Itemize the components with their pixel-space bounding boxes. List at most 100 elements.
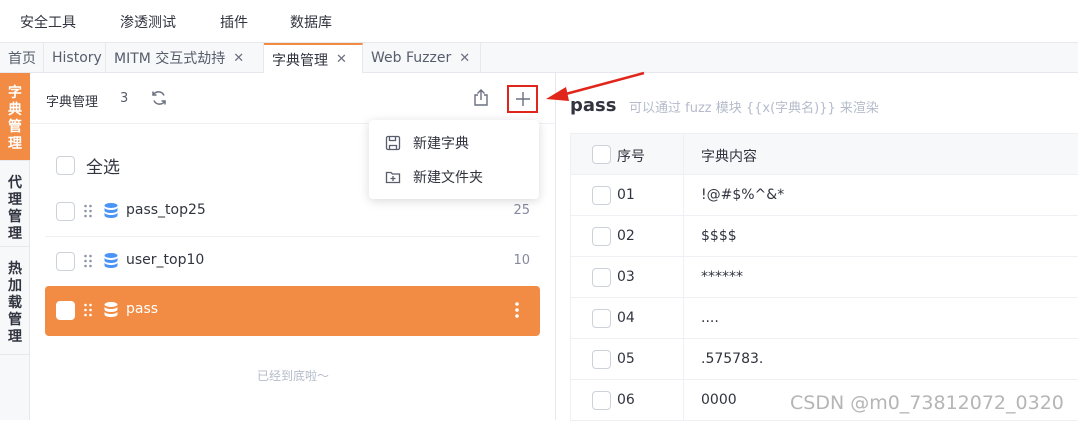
row-checkbox[interactable]: [592, 350, 611, 369]
row-content: $$$$: [701, 228, 737, 244]
row-index: 01: [617, 187, 635, 203]
close-icon[interactable]: ✕: [459, 51, 470, 66]
menu-security-tools[interactable]: 安全工具: [20, 12, 76, 32]
drag-handle-icon[interactable]: [83, 302, 93, 318]
database-icon: [104, 253, 118, 268]
dropdown-item-label: 新建字典: [413, 136, 469, 152]
drag-handle-icon[interactable]: [83, 253, 93, 269]
table-header-row: 序号 字典内容: [571, 134, 1078, 175]
tab-label: History: [52, 50, 102, 66]
select-all[interactable]: 全选: [56, 153, 120, 178]
sidetab-char: 加: [8, 278, 22, 294]
table-row[interactable]: 01 !@#$%^&*: [571, 175, 1078, 216]
close-icon[interactable]: ✕: [233, 51, 244, 66]
tab-label: 首页: [8, 51, 36, 67]
dictionary-detail-panel: pass 可以通过 fuzz 模块 {{x(字典名)}} 来渲染 序号 字典内容…: [557, 73, 1078, 421]
list-item[interactable]: user_top10 10: [45, 237, 540, 287]
sidetab-char: 理: [8, 329, 22, 345]
row-index: 02: [617, 228, 635, 244]
save-icon: [385, 135, 401, 151]
list-item-selected[interactable]: pass: [45, 286, 540, 336]
row-checkbox[interactable]: [592, 186, 611, 205]
drag-handle-icon[interactable]: [83, 203, 93, 219]
list-count: 3: [120, 91, 129, 106]
select-all-checkbox[interactable]: [56, 156, 75, 175]
row-content: !@#$%^&*: [701, 187, 785, 203]
sidetab-char: 典: [8, 102, 22, 118]
annotation-arrow-icon: [546, 71, 645, 101]
sidetab-char: 字: [8, 85, 22, 101]
sidetab-char: 代: [8, 175, 22, 191]
item-checkbox[interactable]: [56, 252, 75, 271]
row-content: ....: [701, 310, 719, 326]
menu-plugins[interactable]: 插件: [220, 12, 248, 32]
tab-web-fuzzer[interactable]: Web Fuzzer ✕: [363, 43, 481, 73]
row-checkbox[interactable]: [592, 227, 611, 246]
row-content: .575783.: [701, 351, 764, 367]
table-row[interactable]: 02 $$$$: [571, 216, 1078, 257]
item-name: pass_top25: [126, 202, 206, 218]
table-row[interactable]: 04 ....: [571, 298, 1078, 339]
export-icon[interactable]: [472, 89, 490, 107]
row-checkbox[interactable]: [592, 309, 611, 328]
row-content: 0000: [701, 392, 737, 408]
row-index: 03: [617, 269, 635, 285]
list-title: 字典管理: [46, 95, 99, 110]
sidetab-char: 管: [8, 209, 22, 225]
top-menubar: 安全工具 渗透测试 插件 数据库: [0, 0, 1078, 43]
menu-pentest[interactable]: 渗透测试: [120, 12, 176, 32]
tab-dictionary[interactable]: 字典管理 ✕: [264, 43, 363, 74]
sidetab-hot-patch[interactable]: 热加载管理: [0, 247, 30, 355]
sidetab-proxy[interactable]: 代理管理: [0, 161, 30, 247]
header-checkbox[interactable]: [592, 145, 611, 164]
sidetab-char: 理: [8, 192, 22, 208]
sidetab-char: 管: [8, 119, 22, 135]
table-row[interactable]: 05 .575783.: [571, 339, 1078, 380]
more-vertical-icon[interactable]: [514, 300, 520, 320]
row-content: ******: [701, 269, 743, 285]
database-icon: [104, 302, 118, 317]
tab-bar: 首页 History MITM 交互式劫持 ✕ 字典管理 ✕ Web Fuzze…: [0, 43, 1078, 74]
row-index: 06: [617, 392, 635, 408]
detail-description: 可以通过 fuzz 模块 {{x(字典名)}} 来渲染: [629, 101, 879, 116]
dropdown-item-label: 新建文件夹: [413, 170, 483, 186]
row-index: 05: [617, 351, 635, 367]
column-header-index: 序号: [617, 149, 645, 165]
row-index: 04: [617, 310, 635, 326]
plus-icon: [515, 92, 530, 106]
dictionary-table: 序号 字典内容 01 !@#$%^&* 02 $$$$ 03 ****** 04…: [570, 133, 1078, 421]
tab-label: Web Fuzzer: [371, 50, 452, 66]
refresh-icon[interactable]: [150, 89, 168, 107]
tab-label: MITM 交互式劫持: [114, 51, 226, 67]
database-icon: [104, 203, 118, 218]
tab-history[interactable]: History: [44, 43, 106, 73]
item-checkbox[interactable]: [56, 301, 75, 320]
end-of-list-tip: 已经到底啦～: [256, 369, 329, 383]
table-row[interactable]: 03 ******: [571, 257, 1078, 298]
new-dictionary-item[interactable]: 新建字典: [385, 133, 469, 153]
close-icon[interactable]: ✕: [336, 52, 347, 67]
new-folder-item[interactable]: 新建文件夹: [385, 167, 483, 187]
sidetab-char: 载: [8, 295, 22, 311]
add-button[interactable]: [507, 85, 538, 113]
menu-database[interactable]: 数据库: [290, 12, 332, 32]
tab-home[interactable]: 首页: [0, 43, 44, 73]
sidetab-char: 热: [8, 261, 22, 277]
tab-label: 字典管理: [272, 52, 328, 69]
watermark: CSDN @m0_73812072_0320: [790, 392, 1064, 414]
sidetab-dictionary[interactable]: 字典管理: [0, 73, 30, 161]
side-tab-bar: 字典管理 代理管理 热加载管理: [0, 73, 30, 420]
select-all-label: 全选: [86, 158, 120, 178]
item-checkbox[interactable]: [56, 202, 75, 221]
list-header: 字典管理 3: [30, 73, 556, 124]
sidetab-char: 理: [8, 136, 22, 152]
column-header-content: 字典内容: [701, 149, 757, 165]
sidetab-char: 理: [8, 226, 22, 242]
row-checkbox[interactable]: [592, 391, 611, 410]
item-count: 10: [513, 253, 530, 268]
tab-mitm[interactable]: MITM 交互式劫持 ✕: [106, 43, 264, 73]
row-checkbox[interactable]: [592, 268, 611, 287]
sidetab-char: 管: [8, 312, 22, 328]
item-name: pass: [126, 301, 159, 317]
folder-plus-icon: [385, 171, 401, 184]
